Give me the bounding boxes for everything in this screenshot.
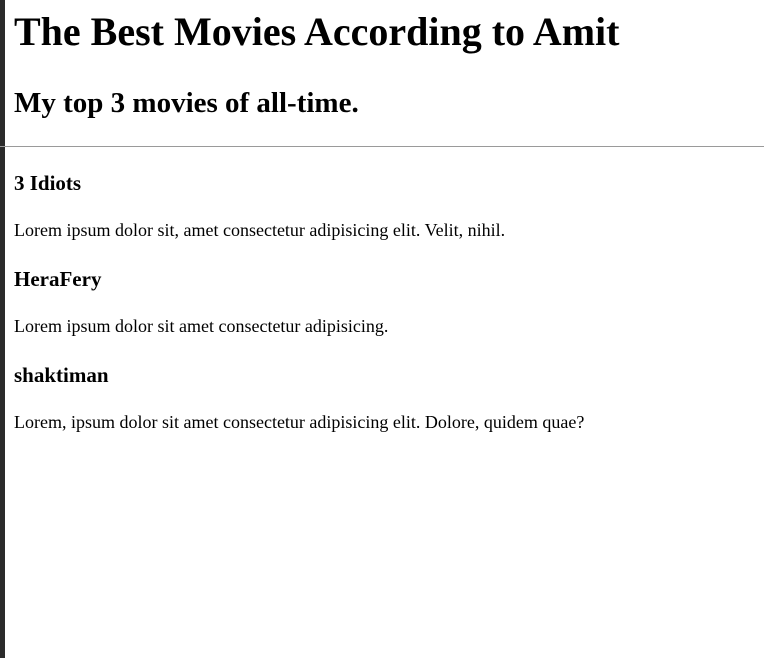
page-content: The Best Movies According to Amit My top… <box>0 0 764 433</box>
movie-title: shaktiman <box>14 363 109 387</box>
movie-description: Lorem, ipsum dolor sit amet consectetur … <box>14 412 585 432</box>
list-item: HeraFery Lorem ipsum dolor sit amet cons… <box>14 267 764 337</box>
movie-description: Lorem ipsum dolor sit, amet consectetur … <box>14 220 506 240</box>
list-item: shaktiman Lorem, ipsum dolor sit amet co… <box>14 363 764 433</box>
movie-description: Lorem ipsum dolor sit amet consectetur a… <box>14 316 389 336</box>
movie-title: 3 Idiots <box>14 171 82 195</box>
list-item: 3 Idiots Lorem ipsum dolor sit, amet con… <box>14 171 764 241</box>
page-title: The Best Movies According to Amit <box>14 9 620 54</box>
divider <box>0 146 764 147</box>
movie-title: HeraFery <box>14 267 102 291</box>
window-left-edge <box>0 0 5 658</box>
movie-list: 3 Idiots Lorem ipsum dolor sit, amet con… <box>14 171 764 433</box>
page-subtitle: My top 3 movies of all-time. <box>14 87 359 119</box>
